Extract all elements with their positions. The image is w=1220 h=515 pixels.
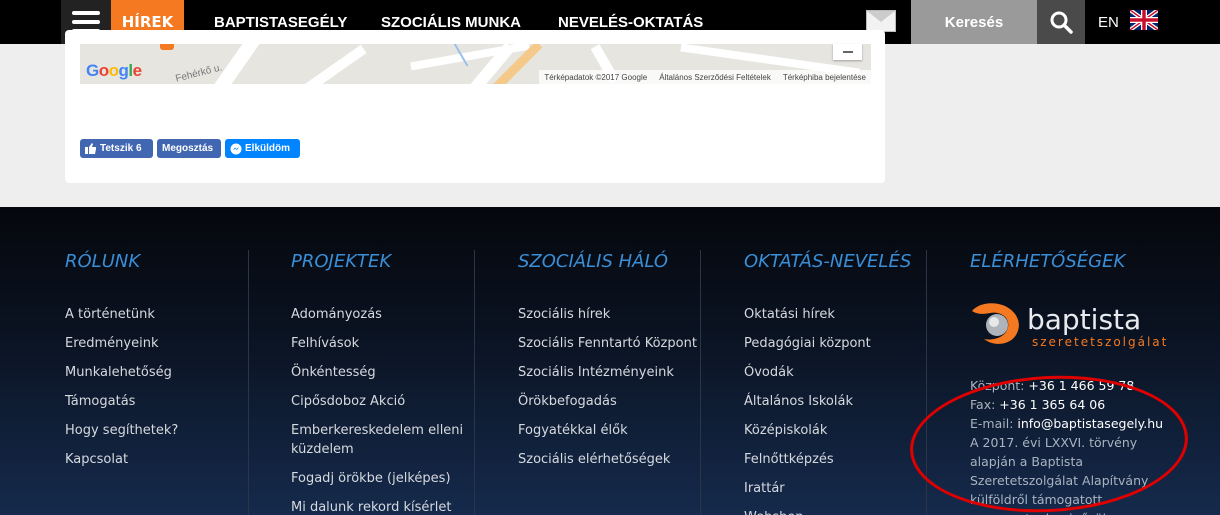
messenger-send-button[interactable]: Elküldöm	[225, 139, 300, 158]
facebook-share-button[interactable]: Megosztás	[157, 139, 221, 158]
footer-list-rolunk: A történetünk Eredményeink Munkalehetősé…	[65, 300, 178, 474]
map-zoom-out-button[interactable]	[833, 44, 862, 60]
like-label: Tetszik 6	[100, 143, 142, 154]
footer-link[interactable]: Adományozás	[291, 300, 471, 329]
footer-link[interactable]: Felnőttképzés	[744, 445, 871, 474]
google-logo: Google	[86, 61, 142, 80]
search-button[interactable]: Keresés	[911, 0, 1037, 44]
logo-sub-text: szeretetszolgálat	[1032, 335, 1168, 349]
baptista-logo[interactable]: baptista szeretetszolgálat	[970, 297, 1190, 353]
send-label: Elküldöm	[245, 143, 291, 154]
footer-link[interactable]: Pedagógiai központ	[744, 329, 871, 358]
footer-link[interactable]: Általános Iskolák	[744, 387, 871, 416]
footer-list-projektek: Adományozás Felhívások Önkéntesség Cipős…	[291, 300, 471, 515]
footer-link[interactable]: Oktatási hírek	[744, 300, 871, 329]
footer-title-szocialis-halo: SZOCIÁLIS HÁLÓ	[518, 251, 669, 272]
map-report-link[interactable]: Térképhiba bejelentése	[783, 73, 866, 82]
footer-link[interactable]: Irattár	[744, 474, 871, 503]
footer-link[interactable]: Munkalehetőség	[65, 358, 178, 387]
mail-icon[interactable]	[866, 10, 896, 32]
embedded-map[interactable]: Google Fehérkő u. Térképadatok ©2017 Goo…	[80, 44, 871, 84]
footer-link[interactable]: Webshop	[744, 503, 871, 515]
facebook-like-button[interactable]: Tetszik 6	[80, 139, 153, 158]
footer-link[interactable]: Fogadj örökbe (jelképes)	[291, 464, 471, 493]
uk-flag-icon[interactable]	[1130, 10, 1158, 30]
footer-title-elerhetosegek: ELÉRHETŐSÉGEK	[970, 251, 1126, 272]
footer-link[interactable]: A történetünk	[65, 300, 178, 329]
footer-link[interactable]: Középiskolák	[744, 416, 871, 445]
footer-link[interactable]: Támogatás	[65, 387, 178, 416]
footer-title-oktatas-neveles: OKTATÁS-NEVELÉS	[744, 251, 912, 272]
footer-title-rolunk: RÓLUNK	[65, 251, 141, 272]
footer-divider	[474, 250, 475, 515]
footer-link[interactable]: Szociális Intézményeink	[518, 358, 697, 387]
share-label: Megosztás	[162, 143, 214, 154]
footer-link[interactable]: Szociális hírek	[518, 300, 697, 329]
thumbs-up-icon	[85, 143, 96, 154]
footer-link[interactable]: Cipősdoboz Akció	[291, 387, 471, 416]
footer-link[interactable]: Kapcsolat	[65, 445, 178, 474]
logo-main-text: baptista	[1027, 303, 1141, 336]
footer-divider	[700, 250, 701, 515]
map-pin-icon[interactable]	[160, 44, 174, 50]
footer-link[interactable]: Fogyatékkal élők	[518, 416, 697, 445]
footer-link[interactable]: Eredményeink	[65, 329, 178, 358]
footer-link[interactable]: Hogy segíthetek?	[65, 416, 178, 445]
footer-list-szocialis-halo: Szociális hírek Szociális Fenntartó Közp…	[518, 300, 697, 474]
footer-link[interactable]: Önkéntesség	[291, 358, 471, 387]
map-credits: Térképadatok ©2017 Google Általános Szer…	[539, 70, 871, 84]
footer-link[interactable]: Szociális elérhetőségek	[518, 445, 697, 474]
map-data-credit[interactable]: Térképadatok ©2017 Google	[544, 73, 647, 82]
footer-link[interactable]: Örökbefogadás	[518, 387, 697, 416]
search-icon[interactable]	[1037, 0, 1085, 44]
footer-link[interactable]: Szociális Fenntartó Központ	[518, 329, 697, 358]
footer-title-projektek: PROJEKTEK	[291, 251, 392, 272]
messenger-icon	[230, 143, 242, 154]
footer-link[interactable]: Mi dalunk rekord kísérlet	[291, 493, 471, 515]
footer-divider	[248, 250, 249, 515]
footer-link[interactable]: Felhívások	[291, 329, 471, 358]
footer-list-oktatas-neveles: Oktatási hírek Pedagógiai központ Óvodák…	[744, 300, 871, 515]
footer-link[interactable]: Emberkereskedelem elleni küzdelem	[291, 416, 471, 464]
footer-link[interactable]: Óvodák	[744, 358, 871, 387]
map-terms-link[interactable]: Általános Szerződési Feltételek	[659, 73, 771, 82]
language-switch[interactable]: EN	[1098, 0, 1119, 44]
